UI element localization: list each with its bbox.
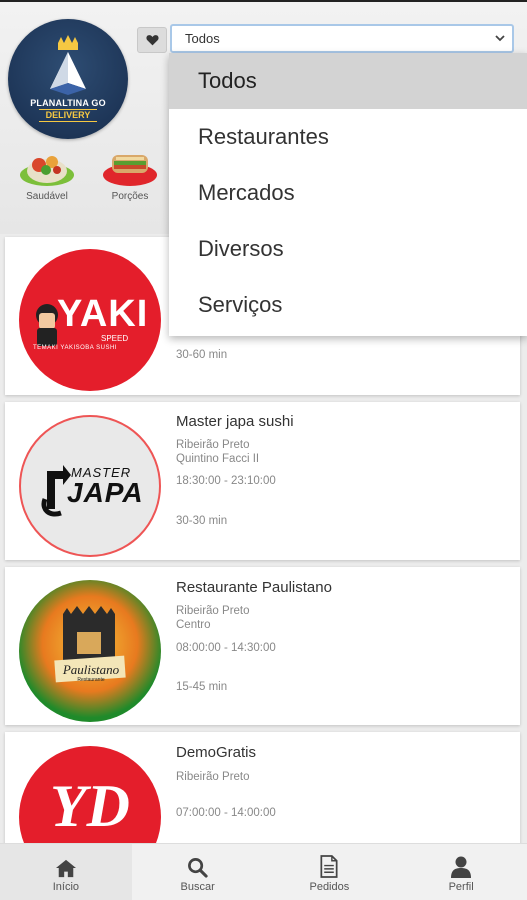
salad-icon	[19, 145, 75, 187]
opening-hours: 18:30:00 - 23:10:00	[176, 475, 276, 487]
sandwich-icon	[102, 145, 158, 187]
dropdown-option-todos[interactable]: Todos	[169, 53, 527, 109]
logo-text: Paulistano	[62, 662, 120, 677]
delivery-time: 30-60 min	[176, 349, 228, 361]
bottom-navigation: Início Buscar Pedidos Perfil	[0, 843, 527, 900]
category-saudavel[interactable]: Saudável	[18, 145, 76, 202]
delivery-time: 15-45 min	[176, 681, 228, 693]
dropdown-option-servicos[interactable]: Serviços	[169, 277, 527, 333]
restaurant-card[interactable]: MASTER JAPA Master japa sushi Ribeirão P…	[5, 402, 520, 560]
logo-text: YD	[50, 773, 130, 839]
restaurant-logo: MASTER JAPA	[19, 415, 161, 557]
category-filter-select[interactable]: Todos	[170, 24, 514, 53]
restaurant-district: Centro	[176, 619, 211, 631]
category-dropdown-list: Todos Restaurantes Mercados Diversos Ser…	[169, 53, 527, 336]
restaurant-logo: YAKI SPEED TEMAKI YAKISOBA SUSHI	[19, 249, 161, 391]
nav-perfil[interactable]: Perfil	[395, 844, 527, 900]
dropdown-option-restaurantes[interactable]: Restaurantes	[169, 109, 527, 165]
nav-inicio[interactable]: Início	[0, 844, 132, 900]
restaurant-city: Ribeirão Preto	[176, 771, 250, 783]
category-label: Saudável	[26, 191, 68, 202]
app-logo[interactable]: PLANALTINA GO DELIVERY	[8, 19, 128, 139]
user-icon	[451, 856, 472, 878]
logo-title: PLANALTINA GO	[30, 98, 106, 108]
restaurant-card[interactable]: YD DemoGratis Ribeirão Preto 07:00:00 - …	[5, 732, 520, 888]
delivery-time: 30-30 min	[176, 515, 228, 527]
search-icon	[188, 858, 208, 878]
restaurant-card[interactable]: Paulistano Restaurante Restaurante Pauli…	[5, 567, 520, 725]
restaurant-name: Restaurante Paulistano	[176, 579, 332, 596]
restaurant-logo: Paulistano Restaurante	[19, 580, 161, 722]
logo-subtext: Restaurante	[77, 677, 105, 683]
nav-label: Pedidos	[309, 881, 350, 893]
opening-hours: 07:00:00 - 14:00:00	[176, 807, 276, 819]
restaurant-name: Master japa sushi	[176, 413, 294, 430]
opening-hours: 08:00:00 - 14:30:00	[176, 642, 276, 654]
nav-label: Perfil	[448, 881, 474, 893]
logo-text: YAKI	[57, 293, 149, 335]
document-icon	[320, 855, 338, 878]
home-icon	[55, 859, 76, 878]
restaurant-name: DemoGratis	[176, 744, 257, 761]
favorites-button[interactable]	[137, 27, 167, 53]
logo-caption: TEMAKI YAKISOBA SUSHI	[33, 345, 117, 351]
select-value: Todos	[185, 31, 220, 46]
dropdown-option-diversos[interactable]: Diversos	[169, 221, 527, 277]
logo-subtitle: DELIVERY	[39, 109, 97, 122]
nav-label: Buscar	[180, 881, 215, 893]
dropdown-option-mercados[interactable]: Mercados	[169, 165, 527, 221]
restaurant-city: Ribeirão Preto	[176, 605, 250, 617]
category-label: Porções	[111, 191, 149, 202]
nav-pedidos[interactable]: Pedidos	[264, 844, 396, 900]
logo-text: JAPA	[67, 477, 144, 508]
category-porcoes[interactable]: Porções	[101, 145, 159, 202]
logo-subtext: SPEED	[101, 334, 129, 343]
heart-icon	[145, 35, 159, 46]
nav-label: Início	[52, 881, 80, 893]
restaurant-district: Quintino Facci II	[176, 453, 260, 465]
restaurant-city: Ribeirão Preto	[176, 439, 250, 451]
chevron-down-icon	[495, 35, 505, 42]
nav-buscar[interactable]: Buscar	[132, 844, 264, 900]
